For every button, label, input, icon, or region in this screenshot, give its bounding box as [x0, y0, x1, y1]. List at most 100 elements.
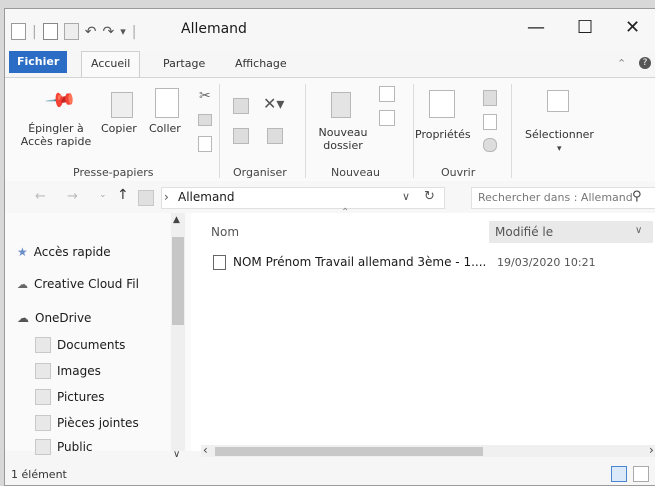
copy-button[interactable]: Copier — [101, 122, 137, 135]
easy-access-icon[interactable] — [379, 110, 395, 126]
ribbon-tabs: Fichier Accueil Partage Affichage ⌃ ? — [5, 51, 655, 77]
nav-item-creative-cloud[interactable]: ☁ Creative Cloud Fil — [17, 277, 139, 291]
copy-icon — [111, 92, 133, 118]
cloud-icon: ☁ — [17, 277, 28, 291]
star-icon: ★ — [17, 245, 28, 259]
item-count: 1 élément — [11, 468, 67, 481]
column-header-modified[interactable]: Modifié le — [495, 225, 553, 239]
history-icon[interactable] — [483, 138, 497, 152]
scroll-right-icon[interactable]: › — [649, 443, 654, 457]
new-folder-button[interactable]: Nouveau dossier — [311, 126, 375, 152]
move-to-icon[interactable] — [233, 98, 249, 114]
select-dropdown-icon[interactable]: ▾ — [557, 144, 562, 154]
nav-item-onedrive[interactable]: ☁ OneDrive — [17, 311, 91, 325]
minimize-button[interactable]: — — [527, 17, 545, 38]
nav-item-pictures[interactable]: Pictures — [35, 389, 105, 405]
column-dropdown-icon[interactable]: ∨ — [635, 225, 642, 236]
address-bar: ← → ⌄ ↑ › Allemand ∨ ↻ Rechercher dans :… — [5, 181, 655, 213]
tab-home[interactable]: Accueil — [81, 51, 141, 77]
onedrive-icon: ☁ — [17, 311, 29, 325]
delete-icon[interactable]: ✕▾ — [263, 94, 284, 113]
undo-icon[interactable]: ↶ — [85, 24, 97, 40]
window-title: Allemand — [181, 21, 247, 37]
maximize-button[interactable]: ☐ — [577, 17, 593, 38]
recent-locations-icon[interactable]: ⌄ — [99, 190, 107, 200]
tab-share[interactable]: Partage — [163, 57, 205, 70]
back-arrow-icon[interactable]: ← — [35, 189, 46, 204]
paste-icon — [155, 88, 179, 118]
properties-icon — [429, 90, 455, 118]
properties-qat-icon[interactable] — [42, 23, 58, 40]
new-folder-qat-icon[interactable] — [63, 23, 79, 40]
folder-icon — [11, 23, 26, 40]
help-icon[interactable]: ? — [639, 57, 651, 69]
folder-icon — [35, 363, 51, 379]
file-name: NOM Prénom Travail allemand 3ème - 1.... — [233, 255, 487, 269]
search-icon[interactable]: ⚲ — [632, 189, 642, 204]
scroll-down-icon[interactable]: ∨ — [173, 449, 180, 460]
customize-qat-icon[interactable]: ▾ — [120, 25, 126, 38]
redo-icon[interactable]: ↷ — [102, 24, 114, 40]
nav-item-documents[interactable]: Documents — [35, 337, 125, 353]
tab-view[interactable]: Affichage — [235, 57, 287, 70]
navigation-pane: ★ Accès rapide ☁ Creative Cloud Fil ☁ On… — [5, 213, 191, 455]
separator-icon: | — [131, 23, 137, 40]
folder-icon — [35, 389, 51, 405]
address-field[interactable]: › Allemand ∨ ↻ — [138, 187, 445, 209]
select-button[interactable]: Sélectionner — [525, 128, 594, 141]
scroll-up-icon[interactable]: ▲ — [173, 215, 180, 225]
forward-arrow-icon[interactable]: → — [67, 189, 78, 204]
select-icon — [547, 90, 569, 112]
address-dropdown-icon[interactable]: ∨ — [402, 190, 410, 203]
folder-icon — [35, 439, 51, 455]
table-row[interactable]: NOM Prénom Travail allemand 3ème - 1....… — [209, 253, 655, 273]
copy-path-icon[interactable] — [198, 114, 212, 126]
nav-item-images[interactable]: Images — [35, 363, 101, 379]
nav-item-quick-access[interactable]: ★ Accès rapide — [17, 245, 111, 259]
folder-icon — [35, 337, 51, 353]
breadcrumb-current[interactable]: Allemand — [178, 190, 235, 204]
ribbon-separator — [219, 84, 220, 178]
sort-arrow-icon: ⌃ — [341, 207, 350, 218]
tab-file[interactable]: Fichier — [9, 51, 68, 73]
title-bar: | ↶ ↷ ▾ | Allemand — ☐ ✕ — [5, 9, 655, 51]
nav-item-public[interactable]: Public — [35, 439, 93, 455]
separator-icon: | — [32, 23, 37, 40]
details-view-icon[interactable] — [611, 466, 627, 482]
horizontal-scroll-thumb[interactable] — [215, 447, 483, 456]
nav-item-attachments[interactable]: Pièces jointes — [35, 415, 139, 431]
search-field[interactable]: Rechercher dans : Allemand ⚲ — [471, 187, 655, 209]
group-open-label: Ouvrir — [441, 166, 476, 179]
file-list — [191, 213, 655, 451]
ribbon-separator — [413, 84, 414, 178]
open-icon[interactable] — [483, 90, 497, 106]
pin-button[interactable]: Épingler à Accès rapide — [7, 122, 105, 148]
up-arrow-icon[interactable]: ↑ — [117, 187, 129, 203]
properties-button[interactable]: Propriétés — [415, 128, 471, 141]
copy-to-icon[interactable] — [233, 128, 249, 144]
large-icons-view-icon[interactable] — [633, 466, 649, 482]
group-new-label: Nouveau — [331, 166, 380, 179]
refresh-icon[interactable]: ↻ — [424, 189, 435, 204]
breadcrumb-chevron-icon: › — [164, 190, 169, 204]
file-modified: 19/03/2020 10:21 — [497, 256, 596, 269]
rename-icon[interactable] — [267, 128, 283, 144]
edit-icon[interactable] — [483, 114, 497, 130]
cut-icon[interactable]: ✂ — [199, 88, 211, 104]
scroll-left-icon[interactable]: ‹ — [203, 443, 208, 457]
paste-shortcut-icon[interactable] — [198, 136, 212, 152]
folder-icon — [138, 190, 154, 206]
close-button[interactable]: ✕ — [625, 17, 640, 38]
explorer-window: | ↶ ↷ ▾ | Allemand — ☐ ✕ Fichier Accueil… — [4, 8, 655, 486]
column-header-name[interactable]: Nom — [211, 225, 239, 239]
group-organize-label: Organiser — [233, 166, 287, 179]
ribbon: 📌 Épingler à Accès rapide Copier Coller … — [5, 77, 655, 183]
collapse-ribbon-icon[interactable]: ⌃ — [617, 57, 626, 70]
nav-scroll-thumb[interactable] — [172, 237, 184, 325]
ribbon-separator — [305, 84, 306, 178]
pin-icon: 📌 — [44, 82, 79, 118]
new-folder-icon — [331, 92, 351, 118]
paste-button[interactable]: Coller — [149, 122, 181, 135]
quick-access-toolbar: | ↶ ↷ ▾ | — [11, 23, 136, 40]
new-item-icon[interactable] — [379, 86, 395, 102]
